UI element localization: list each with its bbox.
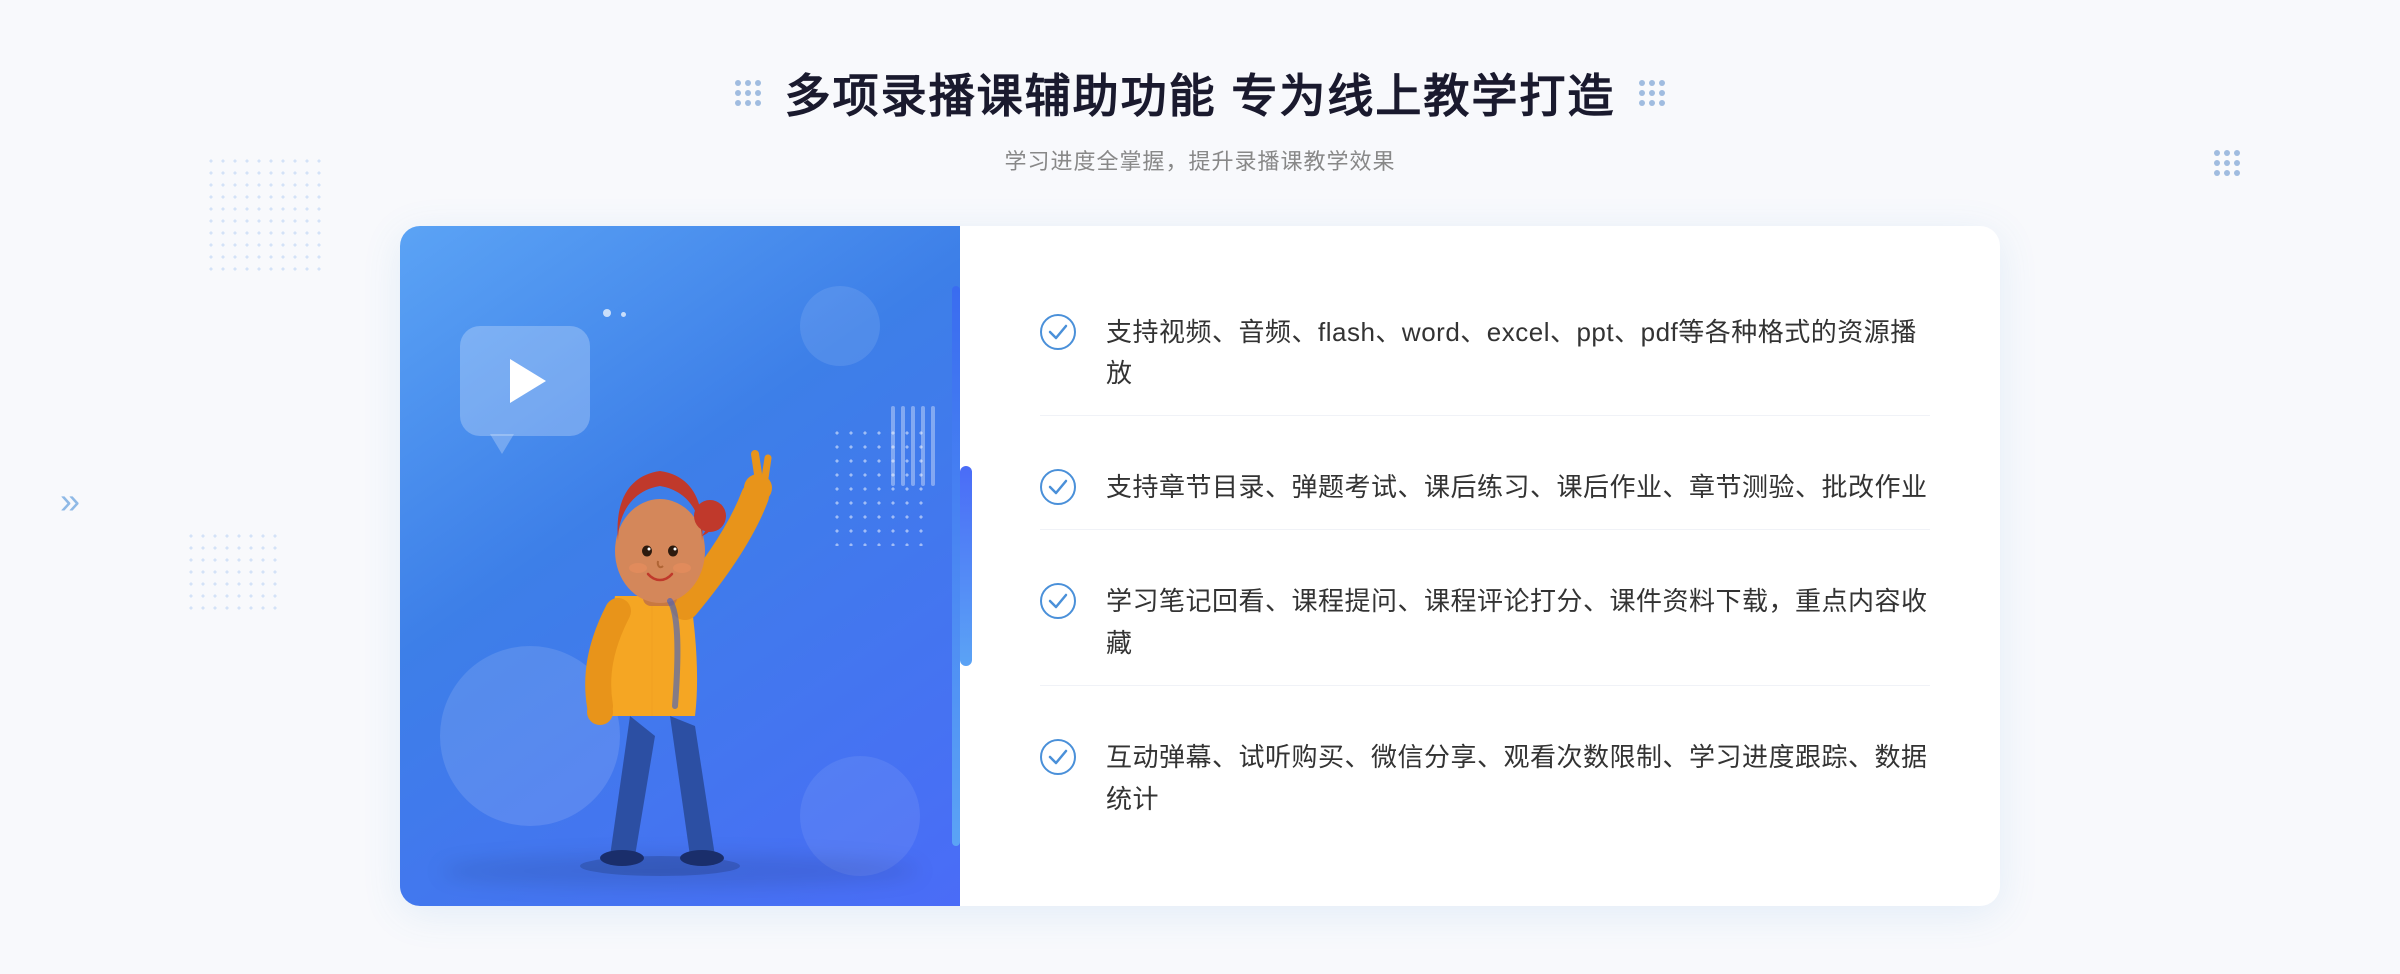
top-right-decoration <box>2214 150 2240 176</box>
content-area: 支持视频、音频、flash、word、excel、ppt、pdf等各种格式的资源… <box>400 226 2000 906</box>
dots-decoration-bottom <box>185 530 285 610</box>
deco-circle-small <box>800 286 880 366</box>
feature-text-3: 学习笔记回看、课程提问、课程评论打分、课件资料下载，重点内容收藏 <box>1106 581 1930 664</box>
dots-decoration-top <box>205 155 325 275</box>
feature-item-2: 支持章节目录、弹题考试、课后练习、课后作业、章节测验、批改作业 <box>1040 447 1930 530</box>
title-wrapper: 多项录播课辅助功能 专为线上教学打造 <box>735 60 1666 126</box>
check-icon-4 <box>1040 739 1076 775</box>
header-section: 多项录播课辅助功能 专为线上教学打造 学习进度全掌握，提升录播课教学效果 <box>735 60 1666 176</box>
features-panel: 支持视频、音频、flash、word、excel、ppt、pdf等各种格式的资源… <box>960 226 2000 906</box>
sparkle-decoration <box>600 306 629 325</box>
illustration-panel <box>400 226 960 906</box>
blue-accent-bar <box>960 466 972 666</box>
feature-item-1: 支持视频、音频、flash、word、excel、ppt、pdf等各种格式的资源… <box>1040 292 1930 416</box>
feature-item-4: 互动弹幕、试听购买、微信分享、观看次数限制、学习进度跟踪、数据统计 <box>1040 717 1930 840</box>
feature-item-3: 学习笔记回看、课程提问、课程评论打分、课件资料下载，重点内容收藏 <box>1040 561 1930 685</box>
page-subtitle: 学习进度全掌握，提升录播课教学效果 <box>735 144 1666 176</box>
check-icon-2 <box>1040 469 1076 505</box>
title-dots-left <box>735 80 761 106</box>
page-title: 多项录播课辅助功能 专为线上教学打造 <box>785 60 1616 126</box>
feature-text-1: 支持视频、音频、flash、word、excel、ppt、pdf等各种格式的资源… <box>1106 312 1930 395</box>
chevron-decoration: » <box>60 480 80 522</box>
feature-text-4: 互动弹幕、试听购买、微信分享、观看次数限制、学习进度跟踪、数据统计 <box>1106 737 1930 820</box>
check-icon-1 <box>1040 314 1076 350</box>
title-dots-right <box>1639 80 1665 106</box>
striped-bars <box>891 406 935 486</box>
check-icon-3 <box>1040 583 1076 619</box>
feature-text-2: 支持章节目录、弹题考试、课后练习、课后作业、章节测验、批改作业 <box>1106 467 1928 509</box>
page-container: » 多项录播课辅助功能 专为线上教学打造 学习进度全掌握，提升录播课教学效果 <box>0 0 2400 974</box>
human-figure-svg <box>500 376 820 876</box>
